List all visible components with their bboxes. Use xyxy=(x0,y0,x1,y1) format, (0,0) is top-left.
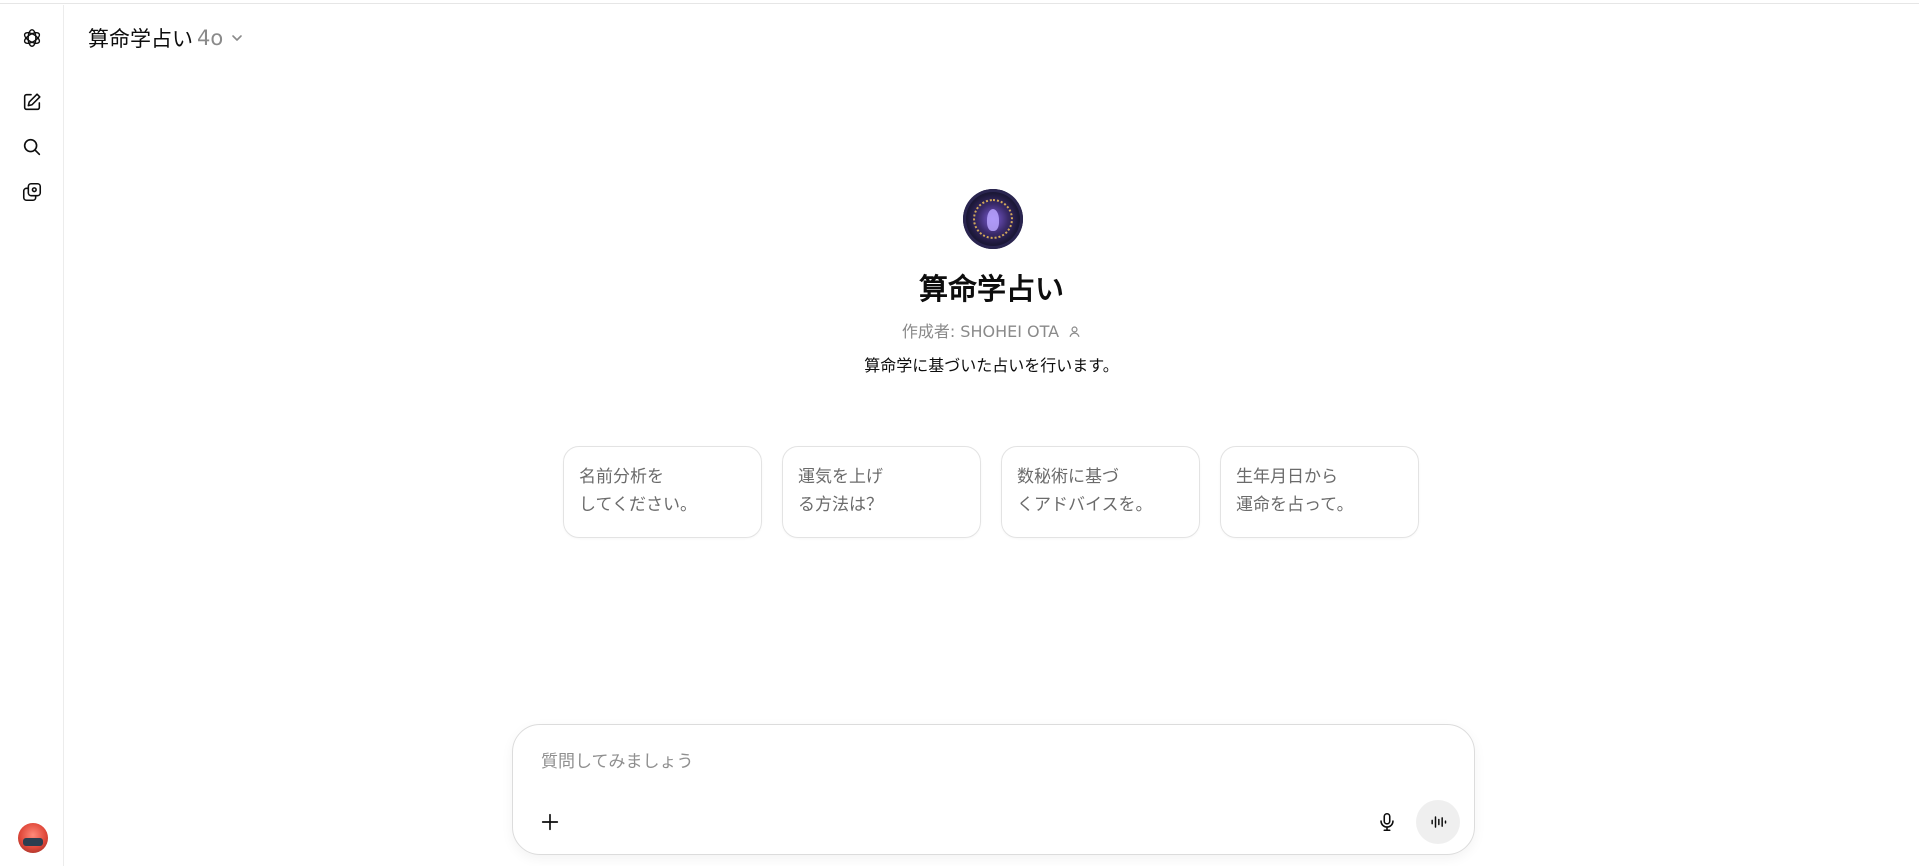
chat-composer xyxy=(512,724,1475,855)
starter-card[interactable]: 生年月日から 運命を占って。 xyxy=(1220,446,1419,538)
attach-button[interactable] xyxy=(533,805,567,839)
model-switcher[interactable]: 算命学占い 4o xyxy=(88,22,245,54)
voice-mode-icon xyxy=(1431,816,1447,828)
library-icon[interactable] xyxy=(16,176,48,208)
gpt-description: 算命学に基づいた占いを行います。 xyxy=(864,356,1119,375)
microphone-icon xyxy=(1380,812,1394,832)
prompt-input[interactable] xyxy=(539,743,1443,781)
voice-mode-button[interactable] xyxy=(1416,800,1460,844)
person-icon xyxy=(1069,326,1080,338)
top-border xyxy=(0,0,1919,4)
plus-icon xyxy=(541,813,559,831)
conversation-starters: 名前分析を してください。 運気を上げ る方法は？ 数秘術に基づ くアドバイスを… xyxy=(563,446,1419,538)
openai-logo-icon[interactable] xyxy=(16,22,48,54)
starter-card[interactable]: 数秘術に基づ くアドバイスを。 xyxy=(1001,446,1200,538)
dictate-button[interactable] xyxy=(1370,805,1404,839)
gpt-title: 算命学占い xyxy=(918,272,1064,306)
sidebar-rail xyxy=(0,5,64,866)
gpt-author[interactable]: 作成者: SHOHEI OTA xyxy=(64,318,1919,342)
starter-card[interactable]: 運気を上げ る方法は？ xyxy=(782,446,981,538)
new-chat-icon[interactable] xyxy=(16,86,48,118)
search-icon[interactable] xyxy=(16,131,48,163)
starter-card[interactable]: 名前分析を してください。 xyxy=(563,446,762,538)
chevron-down-icon xyxy=(232,35,243,41)
gpt-name-label: 算命学占い xyxy=(88,27,193,51)
model-version-label: 4o xyxy=(197,26,224,50)
gpt-logo xyxy=(963,189,1023,249)
user-avatar[interactable] xyxy=(18,823,48,853)
author-label: 作成者: SHOHEI OTA xyxy=(901,322,1060,341)
